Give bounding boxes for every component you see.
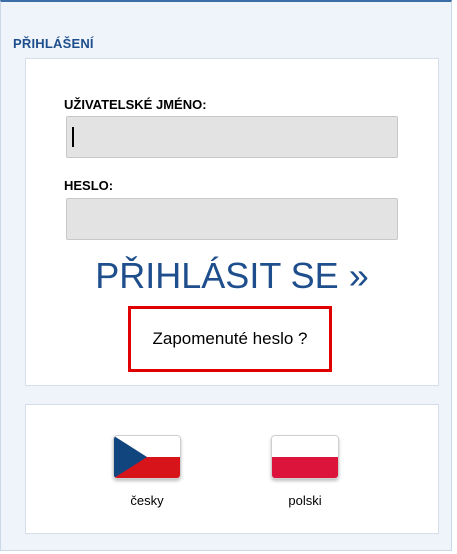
czech-flag-icon xyxy=(113,435,181,479)
language-option-polish[interactable]: polski xyxy=(270,435,340,508)
login-frame: PŘIHLÁŠENÍ UŽIVATELSKÉ JMÉNO: HESLO: PŘI… xyxy=(0,0,452,551)
language-panel: česky polski xyxy=(25,404,439,534)
text-caret xyxy=(72,127,74,147)
section-title: PŘIHLÁŠENÍ xyxy=(13,36,94,51)
forgot-password-highlight: Zapomenuté heslo ? xyxy=(128,306,332,372)
forgot-password-link[interactable]: Zapomenuté heslo ? xyxy=(153,329,308,349)
language-label-czech: česky xyxy=(130,493,164,508)
polish-flag-icon xyxy=(271,435,339,479)
password-label: HESLO: xyxy=(64,178,114,193)
language-option-czech[interactable]: česky xyxy=(112,435,182,508)
username-input[interactable] xyxy=(66,116,398,158)
login-panel: UŽIVATELSKÉ JMÉNO: HESLO: PŘIHLÁSIT SE »… xyxy=(25,58,439,386)
username-label: UŽIVATELSKÉ JMÉNO: xyxy=(64,97,207,112)
login-button[interactable]: PŘIHLÁSIT SE » xyxy=(26,255,438,297)
password-input[interactable] xyxy=(66,198,398,240)
language-label-polish: polski xyxy=(288,493,322,508)
